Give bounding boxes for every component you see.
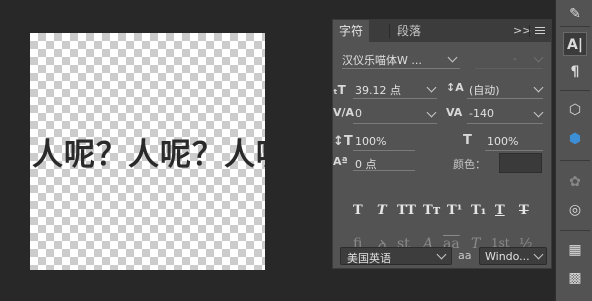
paragraph-panel-icon[interactable]: ¶ <box>563 60 587 84</box>
vertical-scale-value[interactable]: 100% <box>355 135 386 148</box>
leading-value[interactable]: (自动) <box>469 82 500 98</box>
all-caps-button[interactable]: TT <box>397 203 416 218</box>
underline-button[interactable]: T <box>495 203 505 218</box>
font-style-underline <box>475 68 543 69</box>
color-label: 颜色： <box>453 158 486 171</box>
language-dropdown[interactable]: 美国英语 <box>340 247 452 265</box>
font-size-underline <box>353 98 437 99</box>
document-canvas[interactable]: 人呢？人呢？人呢 <box>30 33 265 270</box>
header-divider <box>529 25 530 37</box>
small-caps-button[interactable]: Tт <box>423 203 441 218</box>
3d-cube-icon[interactable]: ⬡ <box>563 98 587 122</box>
document-text-layer[interactable]: 人呢？人呢？人呢 <box>32 129 265 174</box>
baseline-shift-underline <box>353 170 415 171</box>
character-panel-icon[interactable]: A| <box>563 32 587 56</box>
font-style-dropdown-icon[interactable] <box>533 52 544 63</box>
layout-icon[interactable]: ▦ <box>563 238 587 262</box>
panel-menu-icon[interactable] <box>535 25 546 37</box>
kerning-dropdown-icon[interactable] <box>426 107 437 118</box>
grid-icon[interactable]: ▩ <box>563 266 587 290</box>
tracking-underline <box>467 123 543 124</box>
subscript-button[interactable]: T₁ <box>471 203 486 218</box>
font-size-value[interactable]: 39.12 点 <box>355 82 401 98</box>
tool-strip: ✎ A| ¶ ⬡ ⬢ ✿ ◎ ▦ ▩ <box>555 0 592 301</box>
font-style-value[interactable]: - <box>513 52 517 65</box>
tab-divider <box>389 24 390 38</box>
vertical-scale-icon: ↕T <box>333 134 353 149</box>
tool-separator <box>560 26 590 27</box>
timeline-icon[interactable]: ◎ <box>563 198 587 222</box>
kerning-icon: V/A <box>333 106 355 119</box>
leading-dropdown-icon[interactable] <box>533 82 544 93</box>
strikethrough-button[interactable]: T <box>519 203 529 218</box>
tool-separator <box>560 230 590 231</box>
faux-italic-button[interactable]: T <box>377 203 387 218</box>
history-brush-icon[interactable]: ✎ <box>563 2 587 26</box>
tool-separator <box>560 90 590 91</box>
superscript-button[interactable]: T¹ <box>447 203 462 218</box>
brush-settings-icon[interactable]: ✿ <box>563 170 587 194</box>
font-size-dropdown-icon[interactable] <box>426 82 437 93</box>
color-swatch[interactable] <box>499 153 542 173</box>
leading-icon: ↕A <box>446 81 464 94</box>
vertical-scale-underline <box>353 150 415 151</box>
tool-separator <box>560 160 590 161</box>
faux-bold-button[interactable]: T <box>353 203 363 218</box>
kerning-underline <box>353 123 437 124</box>
font-size-icon: ₜT <box>333 83 346 97</box>
panel-tab-bar: 字符 段落 >> <box>333 20 551 42</box>
character-panel: 字符 段落 >> 汉仪乐喵体W ... - ₜT 39.12 点 ↕A (自动)… <box>332 19 552 269</box>
tracking-dropdown-icon[interactable] <box>533 107 544 118</box>
canvas-area[interactable]: 人呢？人呢？人呢 <box>0 0 328 301</box>
antialias-dropdown[interactable]: Windo... <box>479 247 547 265</box>
tracking-icon: VA <box>446 106 463 119</box>
3d-object-icon[interactable]: ⬢ <box>563 127 587 151</box>
horizontal-scale-value[interactable]: 100% <box>487 135 518 148</box>
font-family-underline <box>342 68 460 69</box>
antialias-dropdown-icon <box>533 249 544 260</box>
kerning-value[interactable]: 0 <box>355 107 362 120</box>
antialias-icon: aa <box>458 249 472 262</box>
font-family-dropdown-icon[interactable] <box>447 52 458 63</box>
tracking-value[interactable]: -140 <box>469 107 494 120</box>
horizontal-scale-underline <box>485 150 543 151</box>
tab-character[interactable]: 字符 <box>333 20 370 42</box>
font-family-value[interactable]: 汉仪乐喵体W ... <box>342 52 422 68</box>
horizontal-scale-icon: T <box>463 133 472 148</box>
language-dropdown-icon <box>436 249 447 260</box>
tab-paragraph[interactable]: 段落 <box>391 20 427 42</box>
baseline-shift-icon: Aª <box>333 155 348 168</box>
language-value: 美国英语 <box>347 252 391 265</box>
antialias-value: Windo... <box>485 250 530 263</box>
leading-underline <box>467 98 543 99</box>
